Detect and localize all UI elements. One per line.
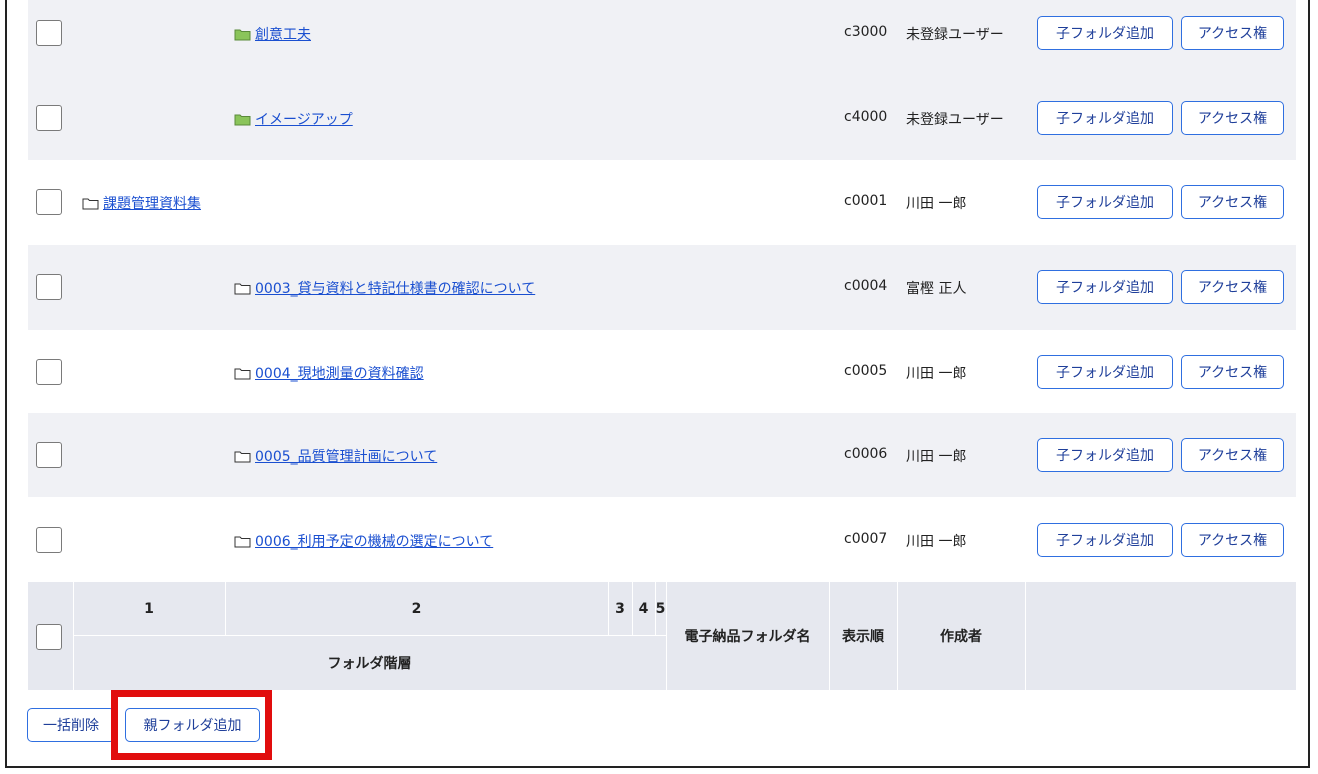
- folder-link[interactable]: 0005_品質管理計画について: [255, 446, 437, 466]
- folder-outline-icon: [82, 198, 99, 209]
- table-row: イメージアップ c4000 未登録ユーザー 子フォルダ追加 アクセス権: [28, 75, 1296, 160]
- highlight-box: [111, 690, 272, 760]
- folder-link[interactable]: 0006_利用予定の機械の選定について: [255, 531, 493, 551]
- header-level-3: 3: [615, 600, 625, 617]
- folder-link[interactable]: 0003_貸与資料と特記仕様書の確認について: [255, 278, 535, 298]
- access-rights-button[interactable]: アクセス権: [1181, 355, 1284, 389]
- folder-link[interactable]: 0004_現地測量の資料確認: [255, 363, 424, 383]
- table-row: 課題管理資料集 c0001 川田 一郎 子フォルダ追加 アクセス権: [28, 160, 1296, 245]
- bulk-delete-button[interactable]: 一括削除: [27, 708, 115, 742]
- folder-cell: 0003_貸与資料と特記仕様書の確認について: [234, 278, 535, 298]
- display-order: c0007: [844, 531, 888, 547]
- access-rights-button[interactable]: アクセス権: [1181, 523, 1284, 557]
- select-all-checkbox[interactable]: [36, 624, 62, 650]
- table-header: 1 2 3 4 5 フォルダ階層 電子納品フォルダ名 表示順 作成者: [28, 582, 1296, 690]
- header-display-order: 表示順: [842, 629, 884, 645]
- folder-link[interactable]: イメージアップ: [255, 109, 353, 129]
- folder-cell: 0006_利用予定の機械の選定について: [234, 531, 493, 551]
- creator-name: 川田 一郎: [906, 534, 967, 550]
- creator-name: 富樫 正人: [906, 281, 967, 297]
- display-order: c0001: [844, 193, 888, 209]
- display-order: c3000: [844, 24, 888, 40]
- access-rights-button[interactable]: アクセス権: [1181, 101, 1284, 135]
- add-child-folder-button[interactable]: 子フォルダ追加: [1037, 270, 1173, 304]
- header-folder-hierarchy: フォルダ階層: [327, 655, 412, 672]
- folder-cell: 創意工夫: [234, 24, 311, 44]
- header-level-1: 1: [144, 600, 154, 617]
- add-child-folder-button[interactable]: 子フォルダ追加: [1037, 185, 1173, 219]
- table-row: 創意工夫 c3000 未登録ユーザー 子フォルダ追加 アクセス権: [28, 0, 1296, 75]
- access-rights-button[interactable]: アクセス権: [1181, 270, 1284, 304]
- folder-outline-icon: [234, 283, 251, 294]
- folder-green-icon: [234, 29, 251, 40]
- header-level-2: 2: [411, 600, 422, 617]
- row-checkbox[interactable]: [36, 442, 62, 468]
- row-checkbox[interactable]: [36, 20, 62, 46]
- creator-name: 川田 一郎: [906, 196, 967, 212]
- folder-cell: 0005_品質管理計画について: [234, 446, 437, 466]
- header-level-4: 4: [638, 600, 649, 617]
- folder-green-icon: [234, 114, 251, 125]
- table-row: 0003_貸与資料と特記仕様書の確認について c0004 富樫 正人 子フォルダ…: [28, 245, 1296, 330]
- creator-name: 未登録ユーザー: [906, 27, 1004, 43]
- row-checkbox[interactable]: [36, 105, 62, 131]
- folder-cell: 課題管理資料集: [82, 193, 201, 213]
- folder-outline-icon: [234, 536, 251, 547]
- display-order: c0006: [844, 446, 888, 462]
- add-child-folder-button[interactable]: 子フォルダ追加: [1037, 523, 1173, 557]
- add-child-folder-button[interactable]: 子フォルダ追加: [1037, 16, 1173, 50]
- row-checkbox[interactable]: [36, 274, 62, 300]
- access-rights-button[interactable]: アクセス権: [1181, 16, 1284, 50]
- table-row: 0006_利用予定の機械の選定について c0007 川田 一郎 子フォルダ追加 …: [28, 497, 1296, 582]
- creator-name: 川田 一郎: [906, 449, 967, 465]
- table-row: 0004_現地測量の資料確認 c0005 川田 一郎 子フォルダ追加 アクセス権: [28, 330, 1296, 415]
- creator-name: 未登録ユーザー: [906, 112, 1004, 128]
- add-child-folder-button[interactable]: 子フォルダ追加: [1037, 101, 1173, 135]
- header-level-5: 5: [655, 600, 666, 617]
- access-rights-button[interactable]: アクセス権: [1181, 185, 1284, 219]
- folder-cell: イメージアップ: [234, 109, 353, 129]
- header-delivery-folder-name: 電子納品フォルダ名: [684, 629, 811, 645]
- add-child-folder-button[interactable]: 子フォルダ追加: [1037, 355, 1173, 389]
- folder-link[interactable]: 課題管理資料集: [103, 193, 201, 213]
- folder-outline-icon: [234, 451, 251, 462]
- display-order: c4000: [844, 109, 888, 125]
- row-checkbox[interactable]: [36, 527, 62, 553]
- creator-name: 川田 一郎: [906, 366, 967, 382]
- folder-outline-icon: [234, 368, 251, 379]
- table-row: 0005_品質管理計画について c0006 川田 一郎 子フォルダ追加 アクセス…: [28, 413, 1296, 498]
- display-order: c0005: [844, 363, 888, 379]
- row-checkbox[interactable]: [36, 359, 62, 385]
- header-creator: 作成者: [940, 629, 982, 645]
- folder-link[interactable]: 創意工夫: [255, 24, 311, 44]
- add-child-folder-button[interactable]: 子フォルダ追加: [1037, 438, 1173, 472]
- row-checkbox[interactable]: [36, 189, 62, 215]
- folder-cell: 0004_現地測量の資料確認: [234, 363, 424, 383]
- access-rights-button[interactable]: アクセス権: [1181, 438, 1284, 472]
- display-order: c0004: [844, 278, 888, 294]
